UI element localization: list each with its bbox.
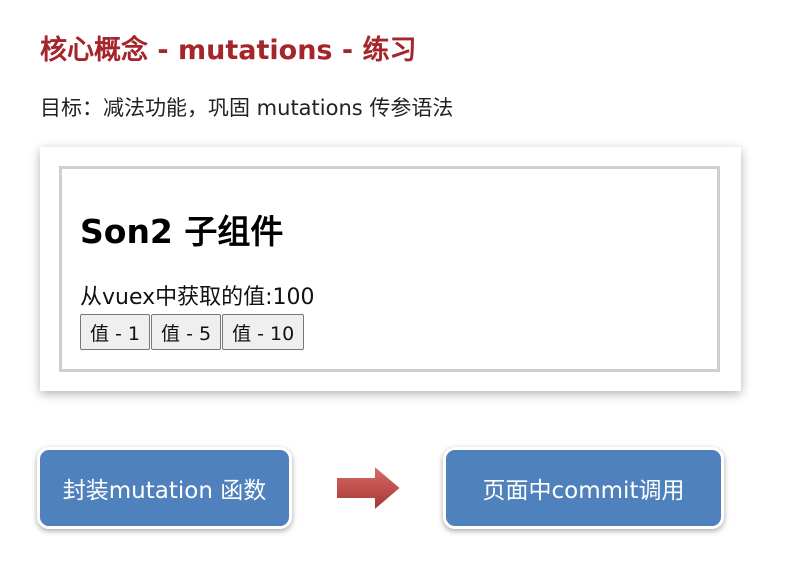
right-arrow-icon [335,464,402,512]
vuex-value: 100 [272,285,315,310]
slide-title: 核心概念 - mutations - 练习 [40,35,417,66]
subtract-button-row: 值 - 1 值 - 5 值 - 10 [80,314,305,350]
subtract-10-button[interactable]: 值 - 10 [222,314,305,350]
vuex-value-label: 从vuex中获取的值: [80,285,273,310]
goal-text: 目标：减法功能，巩固 mutations 传参语法 [40,96,454,120]
son2-component-frame: Son2 子组件 从vuex中获取的值:100 值 - 1 值 - 5 值 - … [59,166,720,372]
subtract-1-button[interactable]: 值 - 1 [80,314,151,350]
demo-screenshot-card: Son2 子组件 从vuex中获取的值:100 值 - 1 值 - 5 值 - … [40,147,741,391]
flow-step-mutation-box: 封装mutation 函数 [37,447,292,529]
vuex-value-line: 从vuex中获取的值:100 [80,285,315,311]
son2-heading: Son2 子组件 [80,212,284,251]
subtract-5-button[interactable]: 值 - 5 [151,314,222,350]
flow-step-commit-box: 页面中commit调用 [443,447,724,529]
